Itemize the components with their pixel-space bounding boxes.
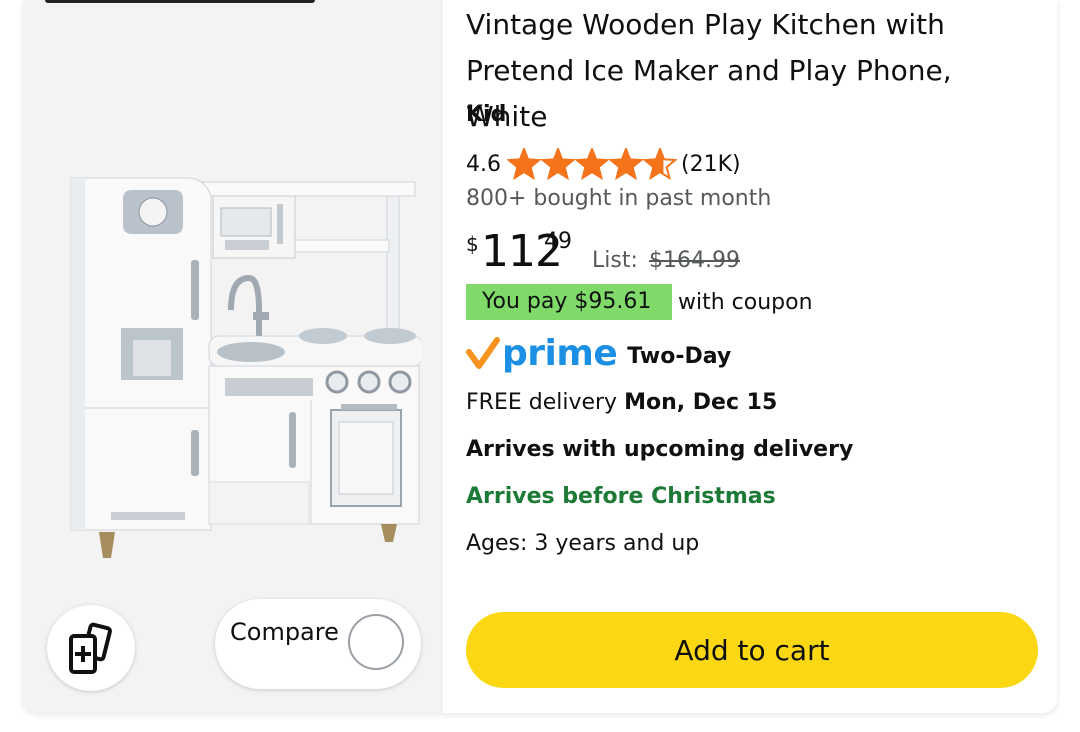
star-icon-fill — [576, 149, 608, 178]
coupon-text: with coupon — [678, 289, 813, 315]
delivery-info: FREE delivery Mon, Dec 15 — [466, 390, 777, 415]
add-to-cart-button[interactable]: Add to cart — [466, 612, 1038, 688]
bought-count: 800+ bought in past month — [466, 186, 772, 211]
compare-checkbox[interactable] — [348, 614, 404, 670]
arrives-upcoming: Arrives with upcoming delivery — [466, 437, 854, 462]
product-title[interactable]: Vintage Wooden Play Kitchen with Pretend… — [466, 2, 1036, 140]
compare-toggle[interactable]: Compare — [215, 599, 421, 689]
star-icon-fill — [508, 149, 540, 178]
product-image[interactable] — [45, 160, 421, 570]
add-to-compare-cards-icon — [69, 622, 112, 674]
rating-value: 4.6 — [466, 151, 501, 177]
delivery-prefix: FREE delivery — [466, 390, 618, 415]
coupon-row: You pay $95.61 with coupon — [466, 284, 813, 320]
product-image-panel[interactable]: Compare — [23, 0, 443, 713]
rating-count[interactable]: (21K) — [681, 152, 741, 177]
delivery-date: Mon, Dec 15 — [624, 390, 778, 415]
star-icon-fill — [542, 149, 574, 178]
arrives-christmas: Arrives before Christmas — [466, 484, 776, 509]
prime-checkmark-icon — [466, 337, 500, 369]
product-card[interactable]: Compare Vintage Wooden Play Kitchen with… — [23, 0, 1057, 713]
price-symbol: $ — [466, 232, 479, 256]
list-price: $164.99 — [649, 248, 740, 273]
list-price-label: List: — [592, 248, 638, 273]
prime-badge: prime Two-Day — [466, 328, 731, 378]
add-to-compare-button[interactable] — [47, 605, 135, 691]
prime-logo-text: prime — [502, 332, 618, 374]
rating-row[interactable]: 4.6 (21K) — [466, 148, 741, 180]
prime-delivery-type: Two-Day — [627, 343, 732, 369]
rating-stars — [507, 148, 677, 180]
star-icon-fill — [610, 149, 642, 178]
compare-label: Compare — [230, 618, 339, 646]
age-range: Ages: 3 years and up — [466, 531, 700, 556]
product-brand[interactable]: Kid — [466, 102, 506, 127]
price-fraction: 49 — [544, 229, 572, 254]
image-top-indicator — [45, 0, 315, 3]
coupon-badge: You pay $95.61 — [466, 284, 672, 320]
